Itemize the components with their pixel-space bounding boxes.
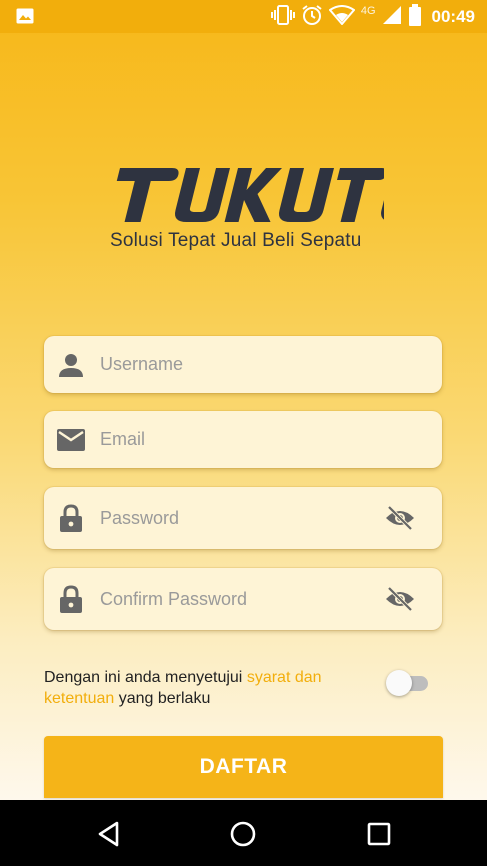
mail-icon xyxy=(57,426,85,454)
email-input[interactable] xyxy=(100,411,370,468)
status-bar: 4G 00:49 xyxy=(0,0,487,33)
clock: 00:49 xyxy=(431,7,475,26)
back-icon[interactable] xyxy=(95,820,125,850)
toggle-thumb xyxy=(386,670,412,696)
person-icon xyxy=(57,351,85,379)
terms-text: Dengan ini anda menyetujui syarat dan ke… xyxy=(44,667,374,709)
image-icon xyxy=(16,8,34,29)
lock-icon xyxy=(57,504,85,532)
email-field[interactable] xyxy=(44,411,442,468)
terms-prefix: Dengan ini anda menyetujui xyxy=(44,669,247,686)
network-type: 4G xyxy=(360,5,376,17)
eye-off-icon[interactable] xyxy=(384,586,416,612)
vibrate-icon xyxy=(270,4,295,31)
tukutu-logo xyxy=(116,168,384,222)
confirm-password-field[interactable] xyxy=(44,568,442,630)
alarm-icon xyxy=(301,4,323,31)
eye-off-icon[interactable] xyxy=(384,505,416,531)
lock-icon xyxy=(57,585,85,613)
password-input[interactable] xyxy=(100,487,370,549)
tagline: Solusi Tepat Jual Beli Sepatu xyxy=(110,230,362,251)
nav-bar xyxy=(0,800,487,866)
daftar-button[interactable]: DAFTAR xyxy=(44,736,443,798)
wifi-icon xyxy=(328,4,356,30)
register-screen: 4G 00:49 Solusi Tepat Jual Beli Sepatu U… xyxy=(0,0,487,800)
username-field[interactable] xyxy=(44,336,442,393)
confirm-password-input[interactable] xyxy=(100,568,370,630)
password-field[interactable] xyxy=(44,487,442,549)
terms-suffix: yang berlaku xyxy=(114,690,211,707)
terms-toggle[interactable] xyxy=(386,670,430,696)
battery-icon xyxy=(408,3,422,31)
recents-icon[interactable] xyxy=(365,820,395,850)
signal-icon xyxy=(382,5,402,30)
home-icon[interactable] xyxy=(229,820,259,850)
username-input[interactable] xyxy=(100,336,370,393)
